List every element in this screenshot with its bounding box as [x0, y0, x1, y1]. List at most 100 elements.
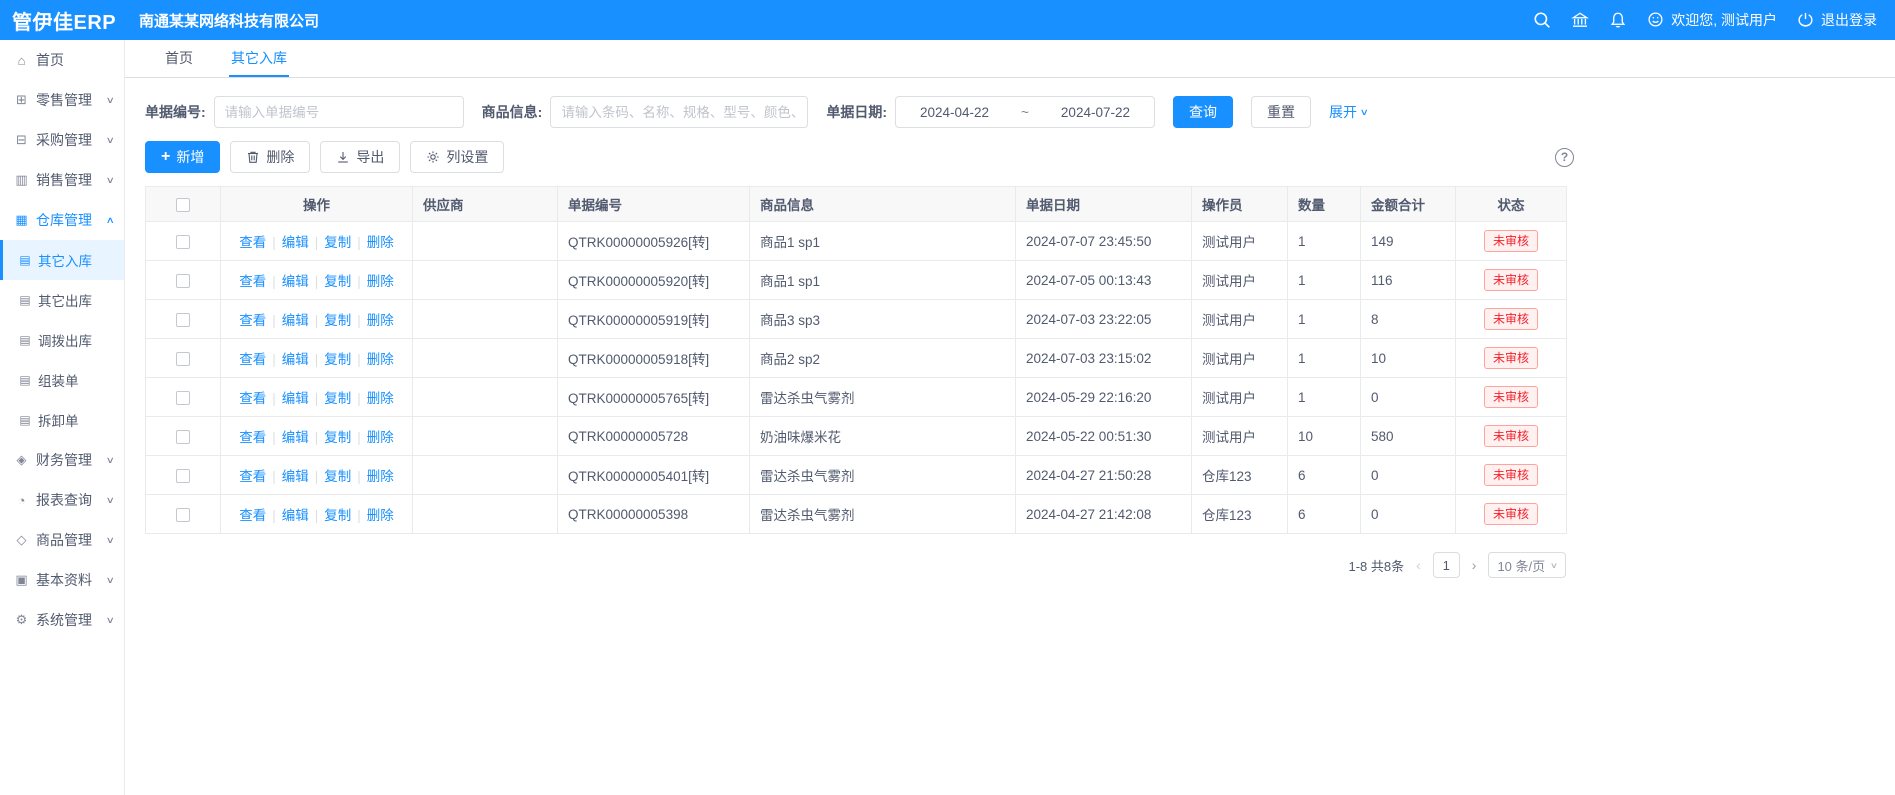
sidebar-subitem-label: 组装单 [38, 370, 79, 390]
copy-link[interactable]: 复制 [324, 508, 351, 523]
edit-link[interactable]: 编辑 [282, 469, 309, 484]
header-actions: 欢迎您, 测试用户 退出登录 [1533, 10, 1895, 30]
plus-icon: + [161, 149, 170, 165]
select-all-checkbox[interactable] [176, 198, 190, 212]
sidebar-subitem[interactable]: ▤ 其它入库 [0, 240, 124, 280]
row-select-cell [146, 222, 221, 261]
search-icon[interactable] [1533, 11, 1551, 29]
sidebar-item-sales[interactable]: ▥ 销售管理 ∨ [0, 160, 124, 200]
date-cell: 2024-07-03 23:22:05 [1016, 300, 1192, 339]
view-link[interactable]: 查看 [239, 352, 266, 367]
sidebar-subitem[interactable]: ▤ 其它出库 [0, 280, 124, 320]
company-name: 南通某某网络科技有限公司 [139, 10, 319, 31]
view-link[interactable]: 查看 [239, 235, 266, 250]
amount-cell: 0 [1361, 456, 1456, 495]
sidebar-item-warehouse[interactable]: ▦ 仓库管理 ∧ [0, 200, 124, 240]
user-welcome[interactable]: 欢迎您, 测试用户 [1647, 10, 1777, 30]
action-separator: | [272, 469, 276, 484]
page-number-button[interactable]: 1 [1433, 552, 1460, 578]
logout-button[interactable]: 退出登录 [1797, 10, 1877, 30]
sidebar-item-purchase[interactable]: ⊟ 采购管理 ∨ [0, 120, 124, 160]
delete-link[interactable]: 删除 [367, 313, 394, 328]
delete-link[interactable]: 删除 [367, 274, 394, 289]
product-cell: 商品2 sp2 [750, 339, 1016, 378]
help-icon[interactable]: ? [1555, 148, 1574, 167]
view-link[interactable]: 查看 [239, 274, 266, 289]
date-range-picker[interactable]: 2024-04-22 ~ 2024-07-22 [895, 96, 1155, 128]
copy-link[interactable]: 复制 [324, 235, 351, 250]
view-link[interactable]: 查看 [239, 313, 266, 328]
prev-page-button[interactable]: ‹ [1414, 557, 1423, 573]
tab-other-inbound[interactable]: 其它入库 [229, 40, 289, 77]
edit-link[interactable]: 编辑 [282, 430, 309, 445]
pagination: 1-8 共8条 ‹ 1 › 10 条/页 ∨ [145, 552, 1566, 578]
copy-link[interactable]: 复制 [324, 469, 351, 484]
sidebar-subitem[interactable]: ▤ 拆卸单 [0, 400, 124, 440]
action-separator: | [315, 274, 319, 289]
reset-button[interactable]: 重置 [1251, 96, 1311, 128]
export-button[interactable]: 导出 [320, 141, 400, 173]
copy-link[interactable]: 复制 [324, 313, 351, 328]
copy-link[interactable]: 复制 [324, 391, 351, 406]
next-page-button[interactable]: › [1470, 557, 1479, 573]
action-separator: | [272, 391, 276, 406]
sidebar-item-retail[interactable]: ⊞ 零售管理 ∨ [0, 80, 124, 120]
delete-link[interactable]: 删除 [367, 235, 394, 250]
delete-link[interactable]: 删除 [367, 352, 394, 367]
column-settings-button[interactable]: 列设置 [410, 141, 504, 173]
supplier-cell [413, 339, 558, 378]
edit-link[interactable]: 编辑 [282, 274, 309, 289]
expand-link[interactable]: 展开 ∨ [1329, 102, 1368, 122]
view-link[interactable]: 查看 [239, 508, 266, 523]
row-checkbox[interactable] [176, 391, 190, 405]
table-row: 查看|编辑|复制|删除 QTRK00000005920[转] 商品1 sp1 2… [146, 261, 1567, 300]
sidebar-item-finance[interactable]: ◈ 财务管理 ∨ [0, 440, 124, 480]
delete-button[interactable]: 删除 [230, 141, 310, 173]
edit-link[interactable]: 编辑 [282, 313, 309, 328]
sidebar-item-home[interactable]: ⌂ 首页 [0, 40, 124, 80]
edit-link[interactable]: 编辑 [282, 391, 309, 406]
copy-link[interactable]: 复制 [324, 430, 351, 445]
sidebar-item-goods[interactable]: ◇ 商品管理 ∨ [0, 520, 124, 560]
row-checkbox[interactable] [176, 508, 190, 522]
row-checkbox[interactable] [176, 235, 190, 249]
date-cell: 2024-04-27 21:50:28 [1016, 456, 1192, 495]
page-size-select[interactable]: 10 条/页 ∨ [1488, 552, 1566, 578]
add-button[interactable]: + 新增 [145, 141, 220, 173]
copy-link[interactable]: 复制 [324, 352, 351, 367]
row-actions-cell: 查看|编辑|复制|删除 [221, 417, 413, 456]
row-checkbox[interactable] [176, 352, 190, 366]
bell-icon[interactable] [1609, 11, 1627, 29]
delete-link[interactable]: 删除 [367, 430, 394, 445]
edit-link[interactable]: 编辑 [282, 508, 309, 523]
copy-link[interactable]: 复制 [324, 274, 351, 289]
sidebar-item-report[interactable]: ◔ 报表查询 ∨ [0, 480, 124, 520]
delete-link[interactable]: 删除 [367, 508, 394, 523]
row-checkbox[interactable] [176, 430, 190, 444]
bill-no-input[interactable] [214, 96, 464, 128]
product-input[interactable] [550, 96, 808, 128]
sidebar-subitem[interactable]: ▤ 调拨出库 [0, 320, 124, 360]
operator-cell: 测试用户 [1192, 222, 1288, 261]
row-checkbox[interactable] [176, 469, 190, 483]
row-checkbox[interactable] [176, 274, 190, 288]
sidebar-subitem[interactable]: ▤ 组装单 [0, 360, 124, 400]
row-actions-cell: 查看|编辑|复制|删除 [221, 222, 413, 261]
sidebar-item-system[interactable]: ⚙ 系统管理 ∨ [0, 600, 124, 640]
row-checkbox[interactable] [176, 313, 190, 327]
view-link[interactable]: 查看 [239, 391, 266, 406]
delete-link[interactable]: 删除 [367, 391, 394, 406]
amount-cell: 10 [1361, 339, 1456, 378]
sidebar-item-base[interactable]: ▣ 基本资料 ∨ [0, 560, 124, 600]
view-link[interactable]: 查看 [239, 469, 266, 484]
edit-link[interactable]: 编辑 [282, 352, 309, 367]
view-link[interactable]: 查看 [239, 430, 266, 445]
search-button[interactable]: 查询 [1173, 96, 1233, 128]
tab-home[interactable]: 首页 [163, 40, 195, 77]
supplier-cell [413, 222, 558, 261]
delete-link[interactable]: 删除 [367, 469, 394, 484]
col-header: 单据日期 [1016, 187, 1192, 222]
edit-link[interactable]: 编辑 [282, 235, 309, 250]
filter-bar: 单据编号: 商品信息: 单据日期: 2024-04-22 ~ 2024-07-2… [145, 96, 1586, 128]
portal-building-icon[interactable] [1571, 11, 1589, 29]
